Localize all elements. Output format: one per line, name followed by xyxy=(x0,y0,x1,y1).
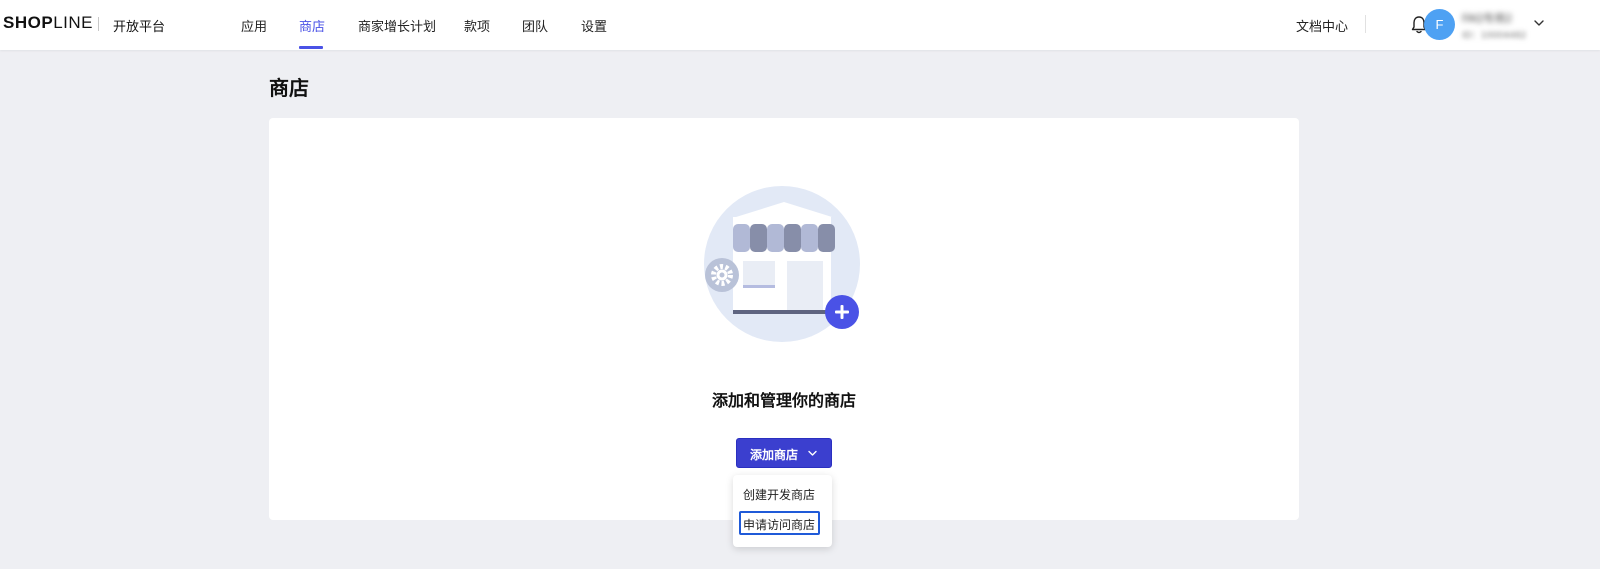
menu-item-request-store-access[interactable]: 申请访问商店 xyxy=(739,511,820,535)
tab-settings[interactable]: 设置 xyxy=(581,16,607,35)
gear-icon xyxy=(705,258,739,292)
logo-line-text: LINE xyxy=(53,13,93,32)
add-store-button[interactable]: 添加商店 xyxy=(736,438,832,468)
top-bar: SHOPLINE 开放平台 应用 商店 商家增长计划 款项 团队 设置 文档中心… xyxy=(0,0,1600,50)
store-icon xyxy=(733,202,837,314)
active-tab-indicator xyxy=(299,46,323,49)
tab-merchant-growth[interactable]: 商家增长计划 xyxy=(358,16,436,35)
store-illustration xyxy=(704,186,860,342)
account-name: FAQ专用2 xyxy=(1462,12,1513,23)
chevron-down-icon[interactable] xyxy=(1534,19,1544,27)
menu-item-create-dev-store[interactable]: 创建开发商店 xyxy=(733,480,832,508)
tab-apps[interactable]: 应用 xyxy=(241,16,267,35)
menu-item-label: 申请访问商店 xyxy=(743,518,816,532)
tab-stores[interactable]: 商店 xyxy=(299,16,325,35)
menu-item-label: 创建开发商店 xyxy=(743,488,816,502)
tab-team[interactable]: 团队 xyxy=(522,16,548,35)
logo-divider xyxy=(98,17,99,31)
empty-state-heading: 添加和管理你的商店 xyxy=(711,391,856,410)
platform-label: 开放平台 xyxy=(113,20,166,35)
add-store-dropdown: 创建开发商店 申请访问商店 xyxy=(733,475,832,547)
header-divider xyxy=(1365,15,1366,33)
add-store-button-label: 添加商店 xyxy=(750,448,799,462)
account-id: ID：10004482 xyxy=(1462,31,1527,39)
plus-icon xyxy=(825,295,859,329)
tab-payouts[interactable]: 款项 xyxy=(464,16,490,35)
shopline-logo[interactable]: SHOPLINE xyxy=(3,13,93,33)
doc-center-link[interactable]: 文档中心 xyxy=(1296,16,1348,35)
avatar[interactable]: F xyxy=(1424,9,1455,40)
logo-shop-text: SHOP xyxy=(3,13,54,32)
page-title: 商店 xyxy=(269,76,309,100)
chevron-down-icon xyxy=(808,450,817,456)
